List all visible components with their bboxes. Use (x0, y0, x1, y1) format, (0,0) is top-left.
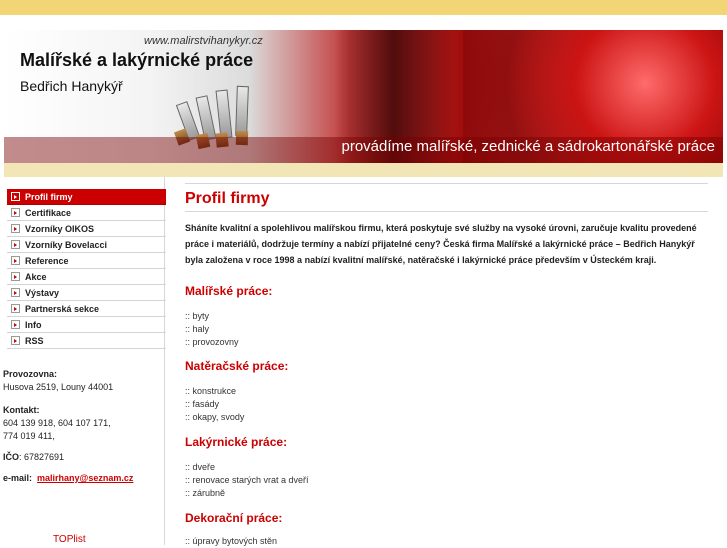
list-item: :: byty (185, 311, 210, 321)
menu-item-reference[interactable]: Reference (7, 253, 166, 269)
ico-value: : 67827691 (19, 452, 65, 462)
menu-item-label: Info (25, 319, 42, 330)
list-item: :: haly (185, 324, 210, 334)
main-content: Profil firmy Sháníte kvalitní a spolehli… (185, 177, 708, 548)
menu-item-info[interactable]: Info (7, 317, 166, 333)
arrow-bullet-icon (11, 224, 20, 233)
section-heading-malirske: Malířské práce: (185, 284, 273, 298)
provozovna-label: Provozovna: (3, 369, 58, 379)
brush-illustration (235, 85, 249, 137)
arrow-bullet-icon (11, 320, 20, 329)
list-item: :: zárubně (185, 488, 226, 498)
menu-item-label: Partnerská sekce (25, 303, 100, 314)
list-item: :: dveře (185, 462, 216, 472)
title-divider (185, 211, 708, 212)
menu-item-label: Profil firmy (25, 191, 73, 202)
menu-item-vystavy[interactable]: Výstavy (7, 285, 166, 301)
menu-item-profil-firmy[interactable]: Profil firmy (7, 189, 166, 205)
list-item: :: úpravy bytových stěn (185, 536, 278, 546)
list-item: :: okapy, svody (185, 412, 245, 422)
menu-item-partnerska-sekce[interactable]: Partnerská sekce (7, 301, 166, 317)
menu-item-vzorniky-oikos[interactable]: Vzorníky OIKOS (7, 221, 166, 237)
ico-row: IČO: 67827691 (3, 451, 133, 464)
list-item: :: konstrukce (185, 386, 237, 396)
menu-item-label: Výstavy (25, 287, 60, 298)
provozovna-value: Husova 2519, Louny 44001 (3, 382, 114, 392)
menu-item-akce[interactable]: Akce (7, 269, 166, 285)
banner-title: Malířské a lakýrnické práce (20, 50, 254, 70)
menu-item-label: Certifikace (25, 207, 72, 218)
arrow-bullet-icon (11, 336, 20, 345)
left-sidebar: Profil firmy Certifikace Vzorníky OIKOS … (4, 177, 166, 545)
arrow-bullet-icon (11, 208, 20, 217)
section-heading-lakyrnicke: Lakýrnické práce: (185, 435, 288, 449)
banner-subtitle: Bedřich Hanykýř (20, 78, 123, 94)
arrow-bullet-icon (11, 192, 20, 201)
section-list-naterakske: :: konstrukce :: fasády :: okapy, svody (185, 385, 244, 424)
top-spacer (0, 15, 727, 30)
menu-item-rss[interactable]: RSS (7, 333, 166, 349)
arrow-bullet-icon (11, 240, 20, 249)
arrow-bullet-icon (11, 272, 20, 281)
section-list-dekoracni: :: úpravy bytových stěn (185, 535, 277, 548)
menu-item-label: Akce (25, 271, 47, 282)
menu-item-label: RSS (25, 335, 44, 346)
arrow-bullet-icon (11, 304, 20, 313)
section-list-lakyrnicke: :: dveře :: renovace starých vrat a dveř… (185, 461, 309, 500)
list-item: :: provozovny (185, 337, 239, 347)
kontakt-line-1: 604 139 918, 604 107 171, (3, 418, 111, 428)
menu-item-label: Vzorníky Bovelacci (25, 239, 108, 250)
banner-url: www.malirstvihanykyr.cz (144, 35, 263, 47)
top-divider (185, 183, 708, 184)
section-list-malirske: :: byty :: haly :: provozovny (185, 310, 239, 349)
page-title: Profil firmy (185, 190, 270, 207)
main-menu: Profil firmy Certifikace Vzorníky OIKOS … (7, 189, 166, 349)
list-item: :: renovace starých vrat a dveří (185, 475, 309, 485)
menu-item-vzorniky-bovelacci[interactable]: Vzorníky Bovelacci (7, 237, 166, 253)
arrow-bullet-icon (11, 256, 20, 265)
email-label: e-mail: (3, 473, 33, 483)
menu-item-label: Vzorníky OIKOS (25, 223, 95, 234)
kontakt-label: Kontakt: (3, 405, 40, 415)
email-link[interactable]: malirhany@seznam.cz (37, 473, 133, 483)
banner-slogan: provádíme malířské, zednické a sádrokart… (341, 138, 715, 155)
menu-item-certifikace[interactable]: Certifikace (7, 205, 166, 221)
contact-info: Provozovna: Husova 2519, Louny 44001 Kon… (3, 368, 133, 485)
top-bar (0, 0, 727, 15)
toplist-link[interactable]: TOPlist (53, 534, 86, 545)
brush-illustration (215, 89, 233, 139)
ico-label: IČO (3, 452, 20, 462)
email-row: e-mail: malirhany@seznam.cz (3, 472, 133, 485)
header-banner: www.malirstvihanykyr.cz Malířské a lakýr… (4, 30, 723, 163)
section-heading-dekoracni: Dekorační práce: (185, 511, 283, 525)
intro-paragraph: Sháníte kvalitní a spolehlivou malířskou… (185, 223, 697, 265)
banner-bottom-strip (4, 163, 723, 177)
menu-item-label: Reference (25, 255, 69, 266)
list-item: :: fasády (185, 399, 220, 409)
arrow-bullet-icon (11, 288, 20, 297)
section-heading-naterakske: Natěračské práce: (185, 359, 289, 373)
kontakt-line-2: 774 019 411, (3, 431, 55, 441)
